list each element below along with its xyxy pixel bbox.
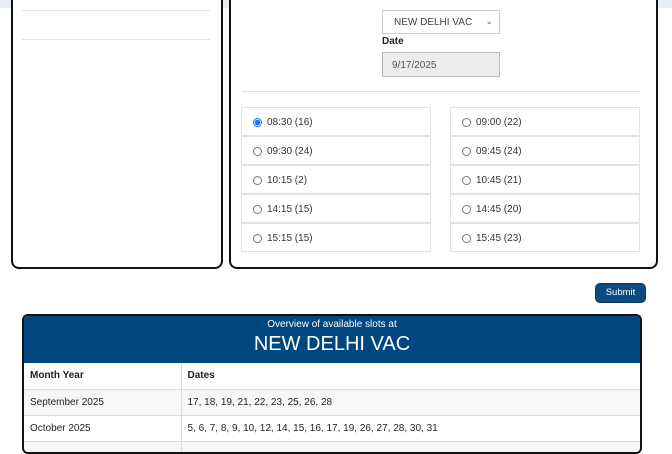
slot-label: 09:45 (24) <box>476 146 522 157</box>
centre-select[interactable]: NEW DELHI VAC ⌄ <box>382 10 500 34</box>
overview-header: Overview of available slots at NEW DELHI… <box>24 316 640 363</box>
chevron-down-icon: ⌄ <box>485 16 493 26</box>
overview-subtitle: Overview of available slots at <box>267 319 397 330</box>
radio-button[interactable] <box>253 176 262 185</box>
table-row <box>24 441 640 452</box>
divider <box>22 39 210 40</box>
radio-button[interactable] <box>253 118 262 127</box>
left-panel <box>11 0 223 269</box>
slot-label: 14:45 (20) <box>476 204 522 215</box>
time-slot-option[interactable]: 15:45 (23) <box>450 223 640 252</box>
month-cell: September 2025 <box>24 389 182 416</box>
radio-button[interactable] <box>462 147 471 156</box>
month-cell: October 2025 <box>24 415 182 442</box>
dates-cell: 17, 18, 19, 21, 22, 23, 25, 26, 28 <box>181 389 640 416</box>
time-slot-option[interactable]: 14:15 (15) <box>241 194 431 223</box>
centre-select-value: NEW DELHI VAC <box>394 17 473 28</box>
slot-label: 15:45 (23) <box>476 233 522 244</box>
slots-table: Month Year Dates September 2025 17, 18, … <box>24 363 640 452</box>
submit-button[interactable]: Submit <box>595 283 646 303</box>
time-slot-option[interactable]: 09:30 (24) <box>241 136 431 165</box>
radio-button[interactable] <box>253 234 262 243</box>
date-label: Date <box>382 36 404 47</box>
time-slot-option[interactable]: 08:30 (16) <box>241 107 431 136</box>
radio-button[interactable] <box>462 176 471 185</box>
time-slot-option[interactable]: 14:45 (20) <box>450 194 640 223</box>
dates-cell: 5, 6, 7, 8, 9, 10, 12, 14, 15, 16, 17, 1… <box>181 415 640 442</box>
slot-label: 15:15 (15) <box>267 233 313 244</box>
overview-card: Overview of available slots at NEW DELHI… <box>22 314 642 454</box>
slot-label: 09:30 (24) <box>267 146 313 157</box>
table-header-row: Month Year Dates <box>24 363 640 390</box>
column-header: Month Year <box>24 363 182 390</box>
divider <box>22 10 210 11</box>
divider <box>242 91 640 92</box>
dates-cell <box>181 441 640 452</box>
slot-label: 14:15 (15) <box>267 204 313 215</box>
slot-label: 10:15 (2) <box>267 175 308 186</box>
time-slot-option[interactable]: 10:45 (21) <box>450 165 640 194</box>
time-slot-option[interactable]: 10:15 (2) <box>241 165 431 194</box>
time-slot-option[interactable]: 09:00 (22) <box>450 107 640 136</box>
radio-button[interactable] <box>462 118 471 127</box>
time-slot-option[interactable]: 09:45 (24) <box>450 136 640 165</box>
slot-label: 09:00 (22) <box>476 117 522 128</box>
radio-button[interactable] <box>253 147 262 156</box>
date-input[interactable]: 9/17/2025 <box>382 52 500 77</box>
month-cell <box>24 441 182 452</box>
radio-button[interactable] <box>253 205 262 214</box>
table-row: September 2025 17, 18, 19, 21, 22, 23, 2… <box>24 389 640 416</box>
radio-button[interactable] <box>462 234 471 243</box>
radio-button[interactable] <box>462 205 471 214</box>
table-row: October 2025 5, 6, 7, 8, 9, 10, 12, 14, … <box>24 415 640 442</box>
overview-title: NEW DELHI VAC <box>253 333 411 355</box>
time-slot-option[interactable]: 15:15 (15) <box>241 223 431 252</box>
column-header: Dates <box>181 363 640 390</box>
slot-label: 08:30 (16) <box>267 117 313 128</box>
slot-label: 10:45 (21) <box>476 175 522 186</box>
